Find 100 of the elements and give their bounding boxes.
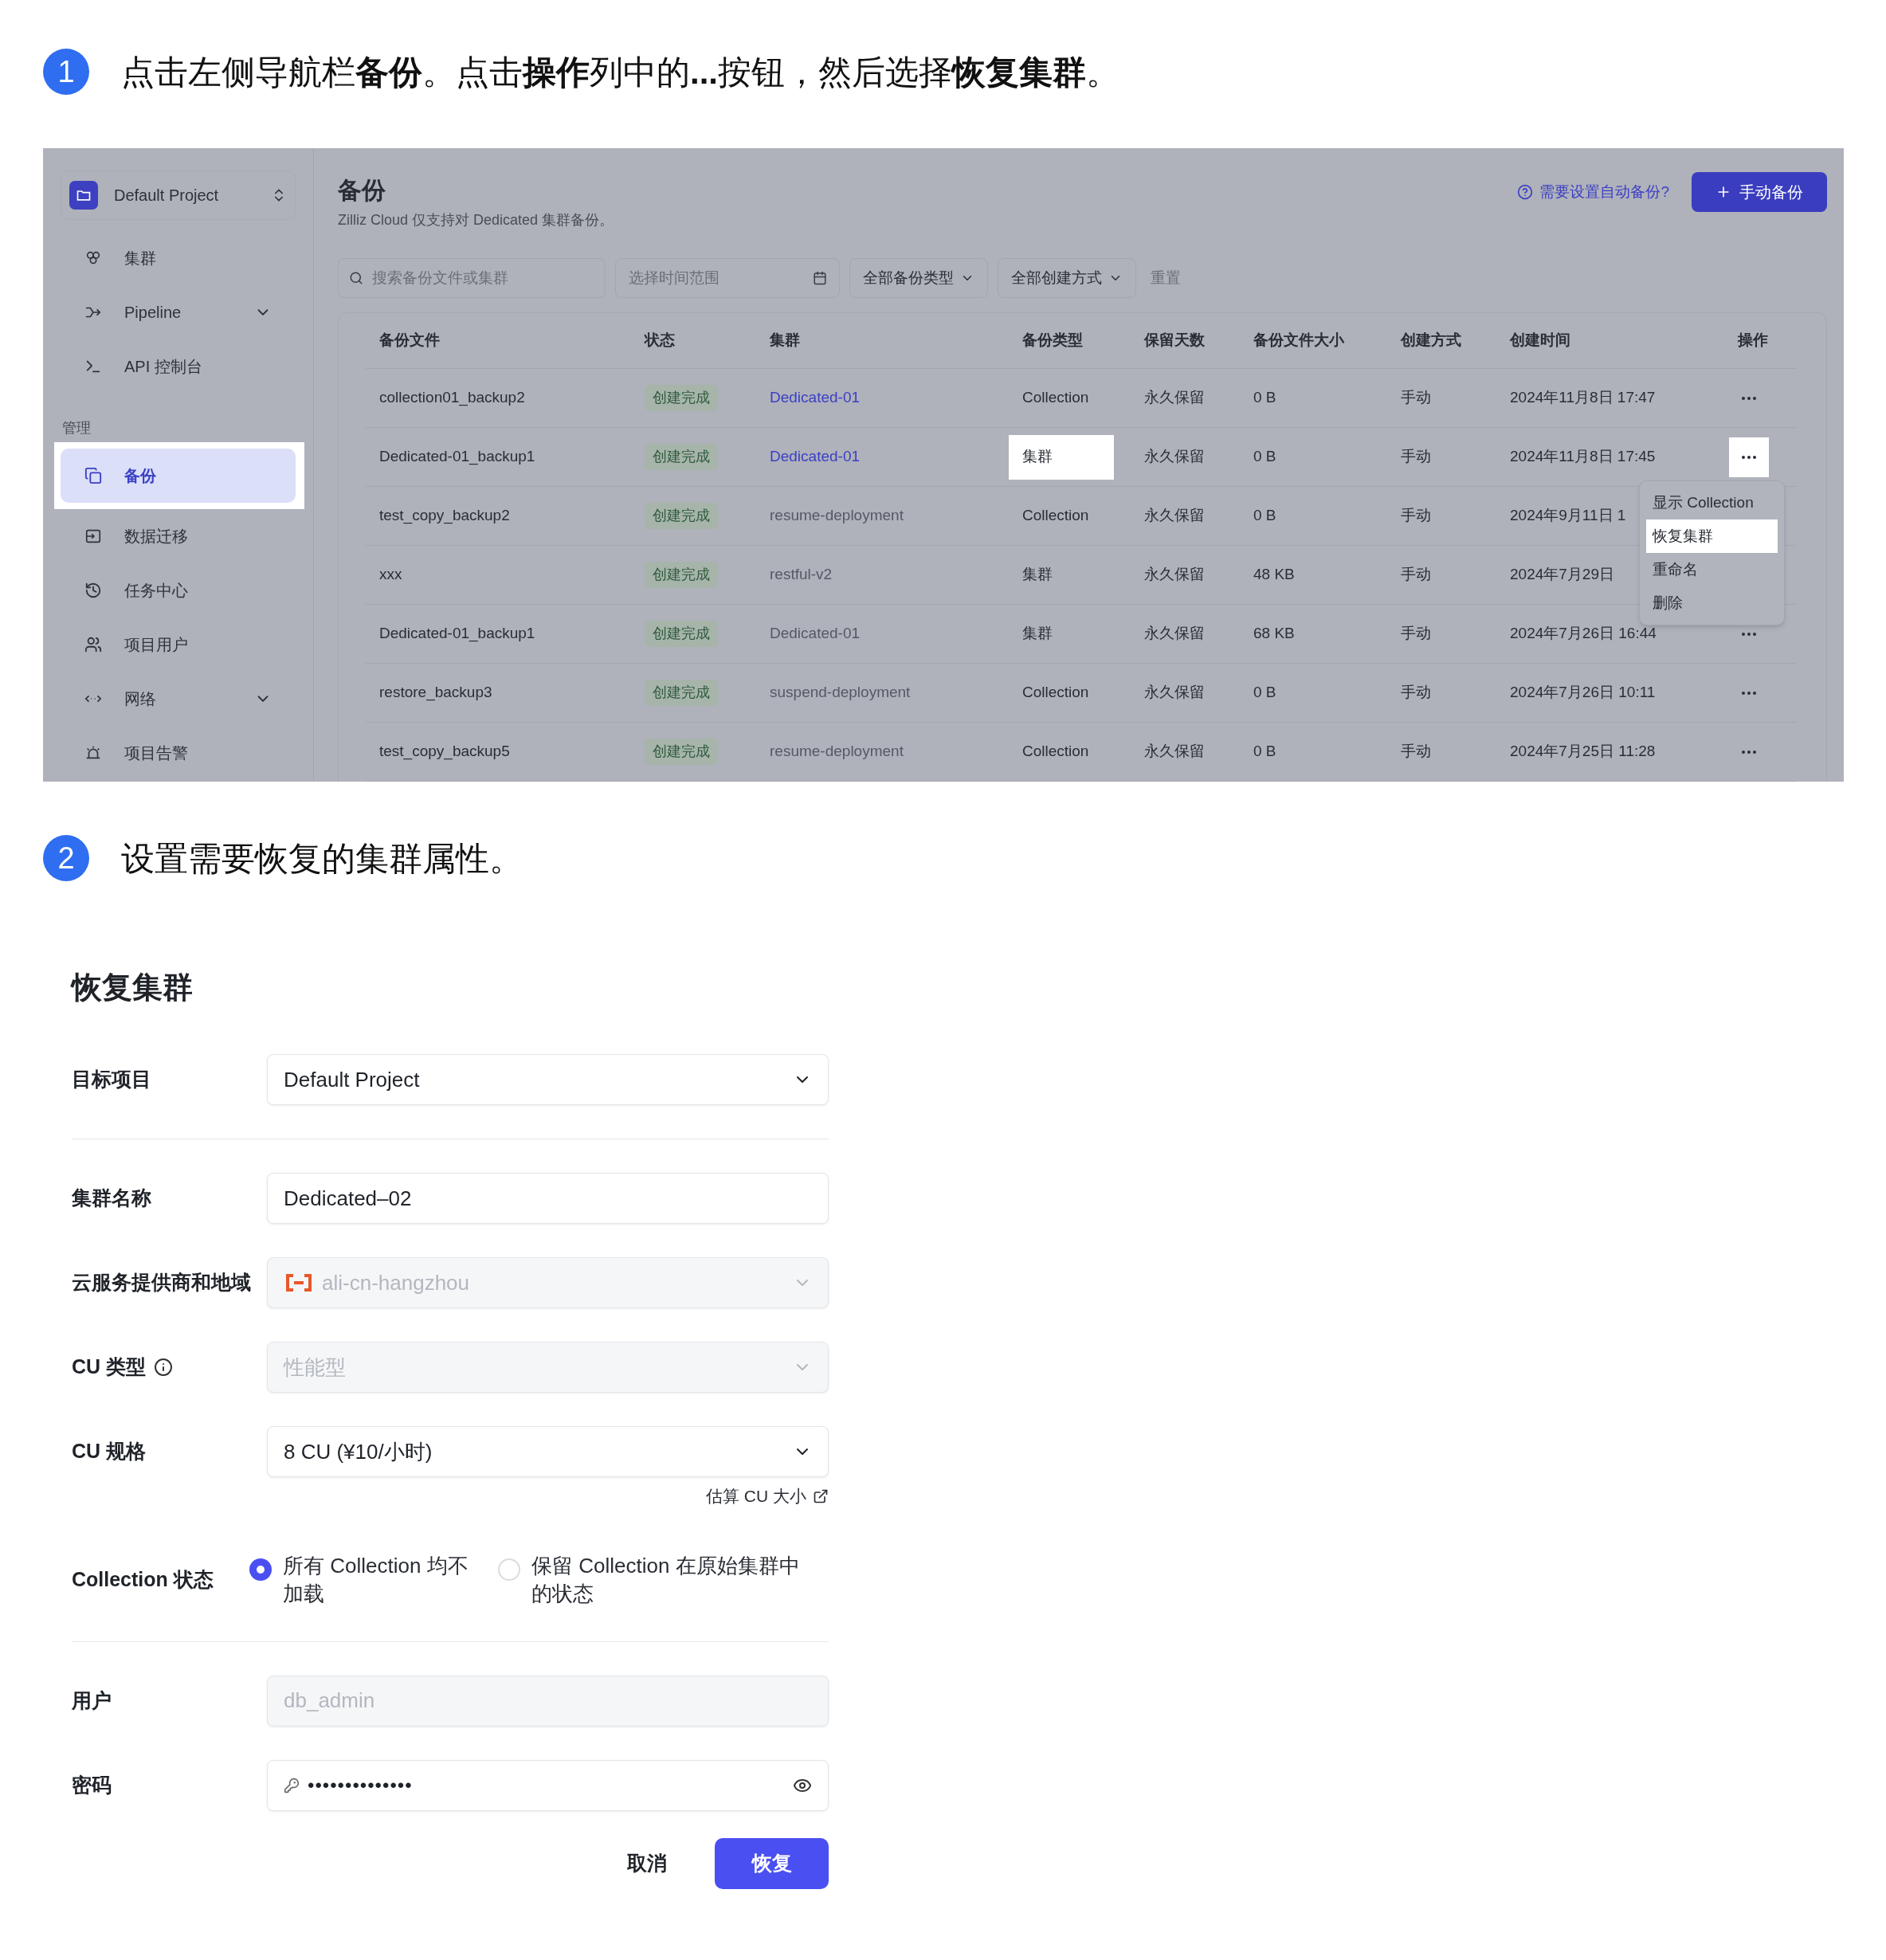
cluster-link[interactable]: Dedicated-01 [770,448,861,465]
column-header: 备份文件大小 [1253,331,1345,351]
cloud-logo-icon [284,1273,314,1292]
table-cell: 永久保留 [1144,507,1205,524]
ellipsis-icon [1742,455,1756,459]
table-cell: test_copy_backup2 [379,507,510,524]
column-header: 集群 [769,331,801,351]
table-cell: 永久保留 [1144,566,1205,583]
ellipsis-icon [1742,691,1756,695]
create-backup-button[interactable]: 手动备份 [1692,172,1827,212]
date-range-field[interactable]: 选择时间范围 [615,258,840,298]
table-cell: 2024年7月26日 10:11 [1510,684,1656,701]
search-icon [349,271,363,285]
radio-button[interactable] [249,1558,272,1581]
nav-item[interactable]: 集群 [61,231,296,285]
table-cell: Dedicated-01_backup1 [379,625,535,642]
field-label: 目标项目 [72,1067,151,1092]
help-link[interactable]: 需要设置自动备份? [1517,180,1669,204]
table-cell: 手动 [1401,625,1431,642]
status-badge: 创建完成 [645,739,718,765]
table-cell: Dedicated-01_backup1 [379,448,535,465]
restore-button[interactable]: 恢复 [715,1837,829,1889]
table-cell: 手动 [1401,448,1431,465]
status-badge: 创建完成 [645,680,718,706]
nav-item[interactable]: Pipeline [61,285,296,339]
table-cell: 2024年7月29日 [1510,566,1614,583]
nav-item[interactable]: API 控制台 [61,339,296,394]
select-field[interactable]: Default Project [267,1054,829,1105]
table-cell: 2024年7月25日 11:28 [1510,743,1656,760]
table-cell: 手动 [1401,684,1431,701]
menu-item[interactable]: 显示 Collection [1646,486,1778,519]
table-cell: 2024年7月26日 16:44 [1510,625,1657,642]
table-cell: 2024年11月8日 17:45 [1510,448,1656,465]
ellipsis-icon [1742,632,1756,636]
field-label: 密码 [72,1772,112,1797]
radio-label: 所有 Collection 均不加载 [283,1552,469,1607]
table-cell: collection01_backup2 [379,389,525,406]
table-cell: 手动 [1401,507,1431,524]
table-cell: 2024年9月11日 1 [1510,507,1626,524]
step-instruction: 设置需要恢复的集群属性。 [121,838,523,879]
type-filter-dropdown[interactable]: 全部备份类型 [849,258,988,298]
nav-item[interactable]: 网络 [61,672,296,726]
table-cell: resume-deployment [770,507,904,524]
select-field[interactable]: 8 CU (¥10/小时) [267,1426,829,1477]
copy-icon [84,467,102,484]
status-badge: 创建完成 [645,444,718,470]
project-selector[interactable]: Default Project [61,171,296,220]
cancel-button[interactable]: 取消 [611,1837,683,1889]
nav-item[interactable]: 数据迁移 [61,509,296,563]
field-label: 集群名称 [72,1186,151,1211]
step-instruction: 点击左侧导航栏备份。点击操作列中的...按钮，然后选择恢复集群。 [121,52,1119,92]
table-cell-text: 集群 [1021,565,1053,585]
menu-item[interactable]: 恢复集群 [1646,519,1778,553]
column-header: 创建方式 [1399,331,1462,351]
table-cell: restore_backup3 [379,684,492,701]
method-filter-dropdown[interactable]: 全部创建方式 [998,258,1136,298]
history-icon [84,582,102,599]
status-badge: 创建完成 [645,562,718,588]
password-field[interactable]: •••••••••••••• [267,1759,829,1811]
cluster-link[interactable]: Dedicated-01 [770,389,861,406]
radio-label: 保留 Collection 在原始集群中的状态 [531,1552,801,1607]
table-cell-text: Collection [1021,683,1090,703]
key-icon [284,1777,300,1793]
table-cell: 永久保留 [1144,684,1205,701]
table-cell-text: Collection [1021,506,1090,526]
table-cell: 0 B [1253,389,1276,406]
nav-item[interactable]: 项目告警 [61,726,296,780]
nav-item[interactable]: 项目用户 [61,617,296,672]
table-cell: 68 KB [1253,625,1295,642]
menu-item[interactable]: 重命名 [1646,553,1778,586]
section-label: 管理 [61,419,92,437]
estimate-link[interactable]: 估算 CU 大小 [706,1484,829,1509]
page-title: 备份 [338,176,386,205]
table-cell: 永久保留 [1144,743,1205,760]
search-field[interactable]: 搜索备份文件或集群 [338,258,606,298]
more-button[interactable] [1729,437,1769,477]
table-cell: 永久保留 [1144,448,1205,465]
radio-button[interactable] [498,1558,520,1581]
step-number: 2 [43,835,89,881]
text-field[interactable]: Dedicated–02 [267,1173,829,1224]
table-cell: resume-deployment [770,743,904,760]
nav-item[interactable]: 任务中心 [61,563,296,617]
nav-item[interactable]: 备份 [61,449,296,503]
table-cell: 0 B [1253,507,1276,524]
field-label: 用户 [72,1688,112,1713]
users-icon [84,636,102,653]
column-header: 备份文件 [378,331,441,351]
external-link-icon [813,1488,829,1504]
help-icon [1517,184,1534,200]
table-cell: 48 KB [1253,566,1295,583]
table-cell: 永久保留 [1144,625,1205,642]
table-cell: 0 B [1253,743,1276,760]
table-cell: Dedicated-01 [770,625,861,642]
menu-item[interactable]: 删除 [1646,586,1778,620]
table-cell: 手动 [1401,566,1431,583]
form-title: 恢复集群 [72,970,194,1005]
table-cell: 永久保留 [1144,389,1205,406]
table-cell-text: Collection [1021,388,1090,408]
column-header: 保留天数 [1143,331,1206,351]
status-badge: 创建完成 [645,621,718,647]
